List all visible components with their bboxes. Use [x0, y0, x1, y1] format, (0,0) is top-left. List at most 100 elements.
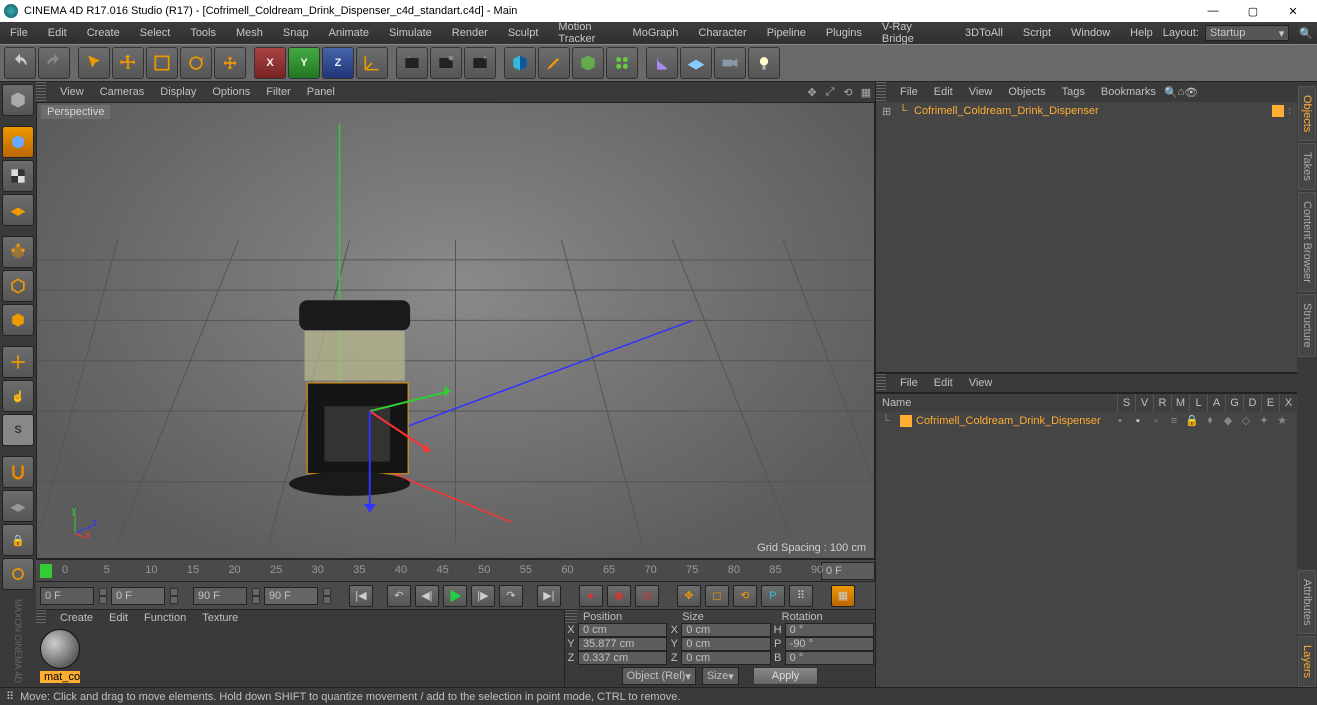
omenu-tags[interactable]: Tags	[1054, 86, 1093, 98]
snap-icon[interactable]	[2, 456, 34, 488]
menu-create[interactable]: Create	[77, 22, 130, 44]
matmenu-texture[interactable]: Texture	[194, 612, 246, 624]
menu-simulate[interactable]: Simulate	[379, 22, 442, 44]
rot-p-field[interactable]: -90 °	[785, 637, 874, 651]
tab-structure[interactable]: Structure	[1298, 294, 1316, 357]
vmenu-cameras[interactable]: Cameras	[92, 86, 153, 98]
search-icon[interactable]: 🔍	[1164, 86, 1178, 99]
grip-icon[interactable]	[876, 82, 886, 102]
col-d[interactable]: D	[1243, 394, 1261, 412]
polygon-mode[interactable]	[2, 304, 34, 336]
add-subdivide[interactable]	[572, 47, 604, 79]
menu-mesh[interactable]: Mesh	[226, 22, 273, 44]
key-pla-button[interactable]: ⠿	[789, 585, 813, 607]
menu-3dtoall[interactable]: 3DToAll	[955, 22, 1013, 44]
col-v[interactable]: V	[1135, 394, 1153, 412]
col-s[interactable]: S	[1117, 394, 1135, 412]
lmenu-file[interactable]: File	[892, 377, 926, 389]
spinner-icon[interactable]	[99, 588, 107, 604]
menu-animate[interactable]: Animate	[319, 22, 379, 44]
matmenu-edit[interactable]: Edit	[101, 612, 136, 624]
menu-motiontracker[interactable]: Motion Tracker	[548, 22, 622, 44]
rot-b-field[interactable]: 0 °	[785, 651, 874, 665]
prev-frame-button[interactable]: ◀|	[415, 585, 439, 607]
col-m[interactable]: M	[1171, 394, 1189, 412]
object-tree[interactable]: ⊞ └ Cofrimell_Coldream_Drink_Dispenser ∶	[876, 102, 1297, 372]
spinner-icon[interactable]	[323, 588, 331, 604]
maximize-button[interactable]: ▢	[1233, 0, 1273, 22]
material-name[interactable]: mat_col	[40, 671, 80, 683]
misc-icon[interactable]	[2, 558, 34, 590]
range-end-field[interactable]: 90 F	[193, 587, 247, 605]
make-editable[interactable]	[2, 84, 34, 116]
vmenu-panel[interactable]: Panel	[299, 86, 343, 98]
apply-button[interactable]: Apply	[753, 667, 819, 685]
grip-icon[interactable]	[36, 82, 46, 102]
menu-help[interactable]: Help	[1120, 22, 1163, 44]
menu-mograph[interactable]: MoGraph	[623, 22, 689, 44]
menu-render[interactable]: Render	[442, 22, 498, 44]
timeline-window-button[interactable]: ▦	[831, 585, 855, 607]
add-light[interactable]	[748, 47, 780, 79]
vp-orbit-icon[interactable]: ⟲	[840, 84, 856, 100]
render-view[interactable]	[396, 47, 428, 79]
workplane-mode[interactable]	[2, 194, 34, 226]
axis-mode[interactable]	[2, 346, 34, 378]
layer-color-icon[interactable]	[900, 415, 912, 427]
vp-layout-icon[interactable]: ▦	[858, 84, 874, 100]
move-tool[interactable]	[112, 47, 144, 79]
vmenu-options[interactable]: Options	[204, 86, 258, 98]
key-rot-button[interactable]: ⟲	[733, 585, 757, 607]
next-frame-button[interactable]: |▶	[471, 585, 495, 607]
tab-layers[interactable]: Layers	[1298, 636, 1316, 687]
layer-row[interactable]: └ Cofrimell_Coldream_Drink_Dispenser • ▪…	[876, 412, 1297, 429]
tag-icon[interactable]	[1272, 105, 1284, 117]
coord-system[interactable]	[356, 47, 388, 79]
omenu-view[interactable]: View	[961, 86, 1001, 98]
search-icon[interactable]: 🔍	[1299, 26, 1313, 40]
select-tool[interactable]	[78, 47, 110, 79]
menu-pipeline[interactable]: Pipeline	[757, 22, 816, 44]
size-y-field[interactable]: 0 cm	[681, 637, 770, 651]
vp-zoom-icon[interactable]: ⤢	[822, 84, 838, 100]
snap-toggle[interactable]: S	[2, 414, 34, 446]
coord-space-dropdown[interactable]: Object (Rel) ▾	[622, 667, 696, 685]
goto-end-button[interactable]: ▶|	[537, 585, 561, 607]
viewport[interactable]: Perspective	[36, 102, 875, 559]
playhead-icon[interactable]	[40, 564, 52, 578]
point-mode[interactable]	[2, 236, 34, 268]
spinner-icon[interactable]	[252, 588, 260, 604]
menu-sculpt[interactable]: Sculpt	[498, 22, 549, 44]
omenu-objects[interactable]: Objects	[1000, 86, 1053, 98]
key-pos-button[interactable]: ✥	[677, 585, 701, 607]
layout-selector[interactable]: Startup▾	[1205, 25, 1289, 41]
menu-character[interactable]: Character	[688, 22, 756, 44]
col-name[interactable]: Name	[876, 394, 1117, 412]
menu-plugins[interactable]: Plugins	[816, 22, 872, 44]
texture-mode[interactable]	[2, 160, 34, 192]
render-pv[interactable]	[430, 47, 462, 79]
vmenu-filter[interactable]: Filter	[258, 86, 298, 98]
edge-mode[interactable]	[2, 270, 34, 302]
render-settings[interactable]	[464, 47, 496, 79]
rot-h-field[interactable]: 0 °	[785, 623, 874, 637]
add-cube[interactable]	[504, 47, 536, 79]
close-button[interactable]: ✕	[1273, 0, 1313, 22]
key-param-button[interactable]: P	[761, 585, 785, 607]
grip-icon[interactable]	[876, 374, 886, 392]
tab-objects[interactable]: Objects	[1298, 86, 1316, 141]
col-g[interactable]: G	[1225, 394, 1243, 412]
add-pen[interactable]	[538, 47, 570, 79]
timeline-ruler[interactable]: 051015202530354045505560657075808590 0 F	[36, 559, 875, 581]
add-array[interactable]	[606, 47, 638, 79]
home-icon[interactable]: ⌂	[1178, 86, 1185, 98]
viewport-solo[interactable]: ☝	[2, 380, 34, 412]
col-x[interactable]: X	[1279, 394, 1297, 412]
menu-tools[interactable]: Tools	[180, 22, 226, 44]
eye-icon[interactable]: 👁	[1184, 86, 1198, 99]
goto-start-button[interactable]: |◀	[349, 585, 373, 607]
next-key-button[interactable]: ↷	[499, 585, 523, 607]
key-scale-button[interactable]: ◻	[705, 585, 729, 607]
lmenu-edit[interactable]: Edit	[926, 377, 961, 389]
vmenu-display[interactable]: Display	[152, 86, 204, 98]
